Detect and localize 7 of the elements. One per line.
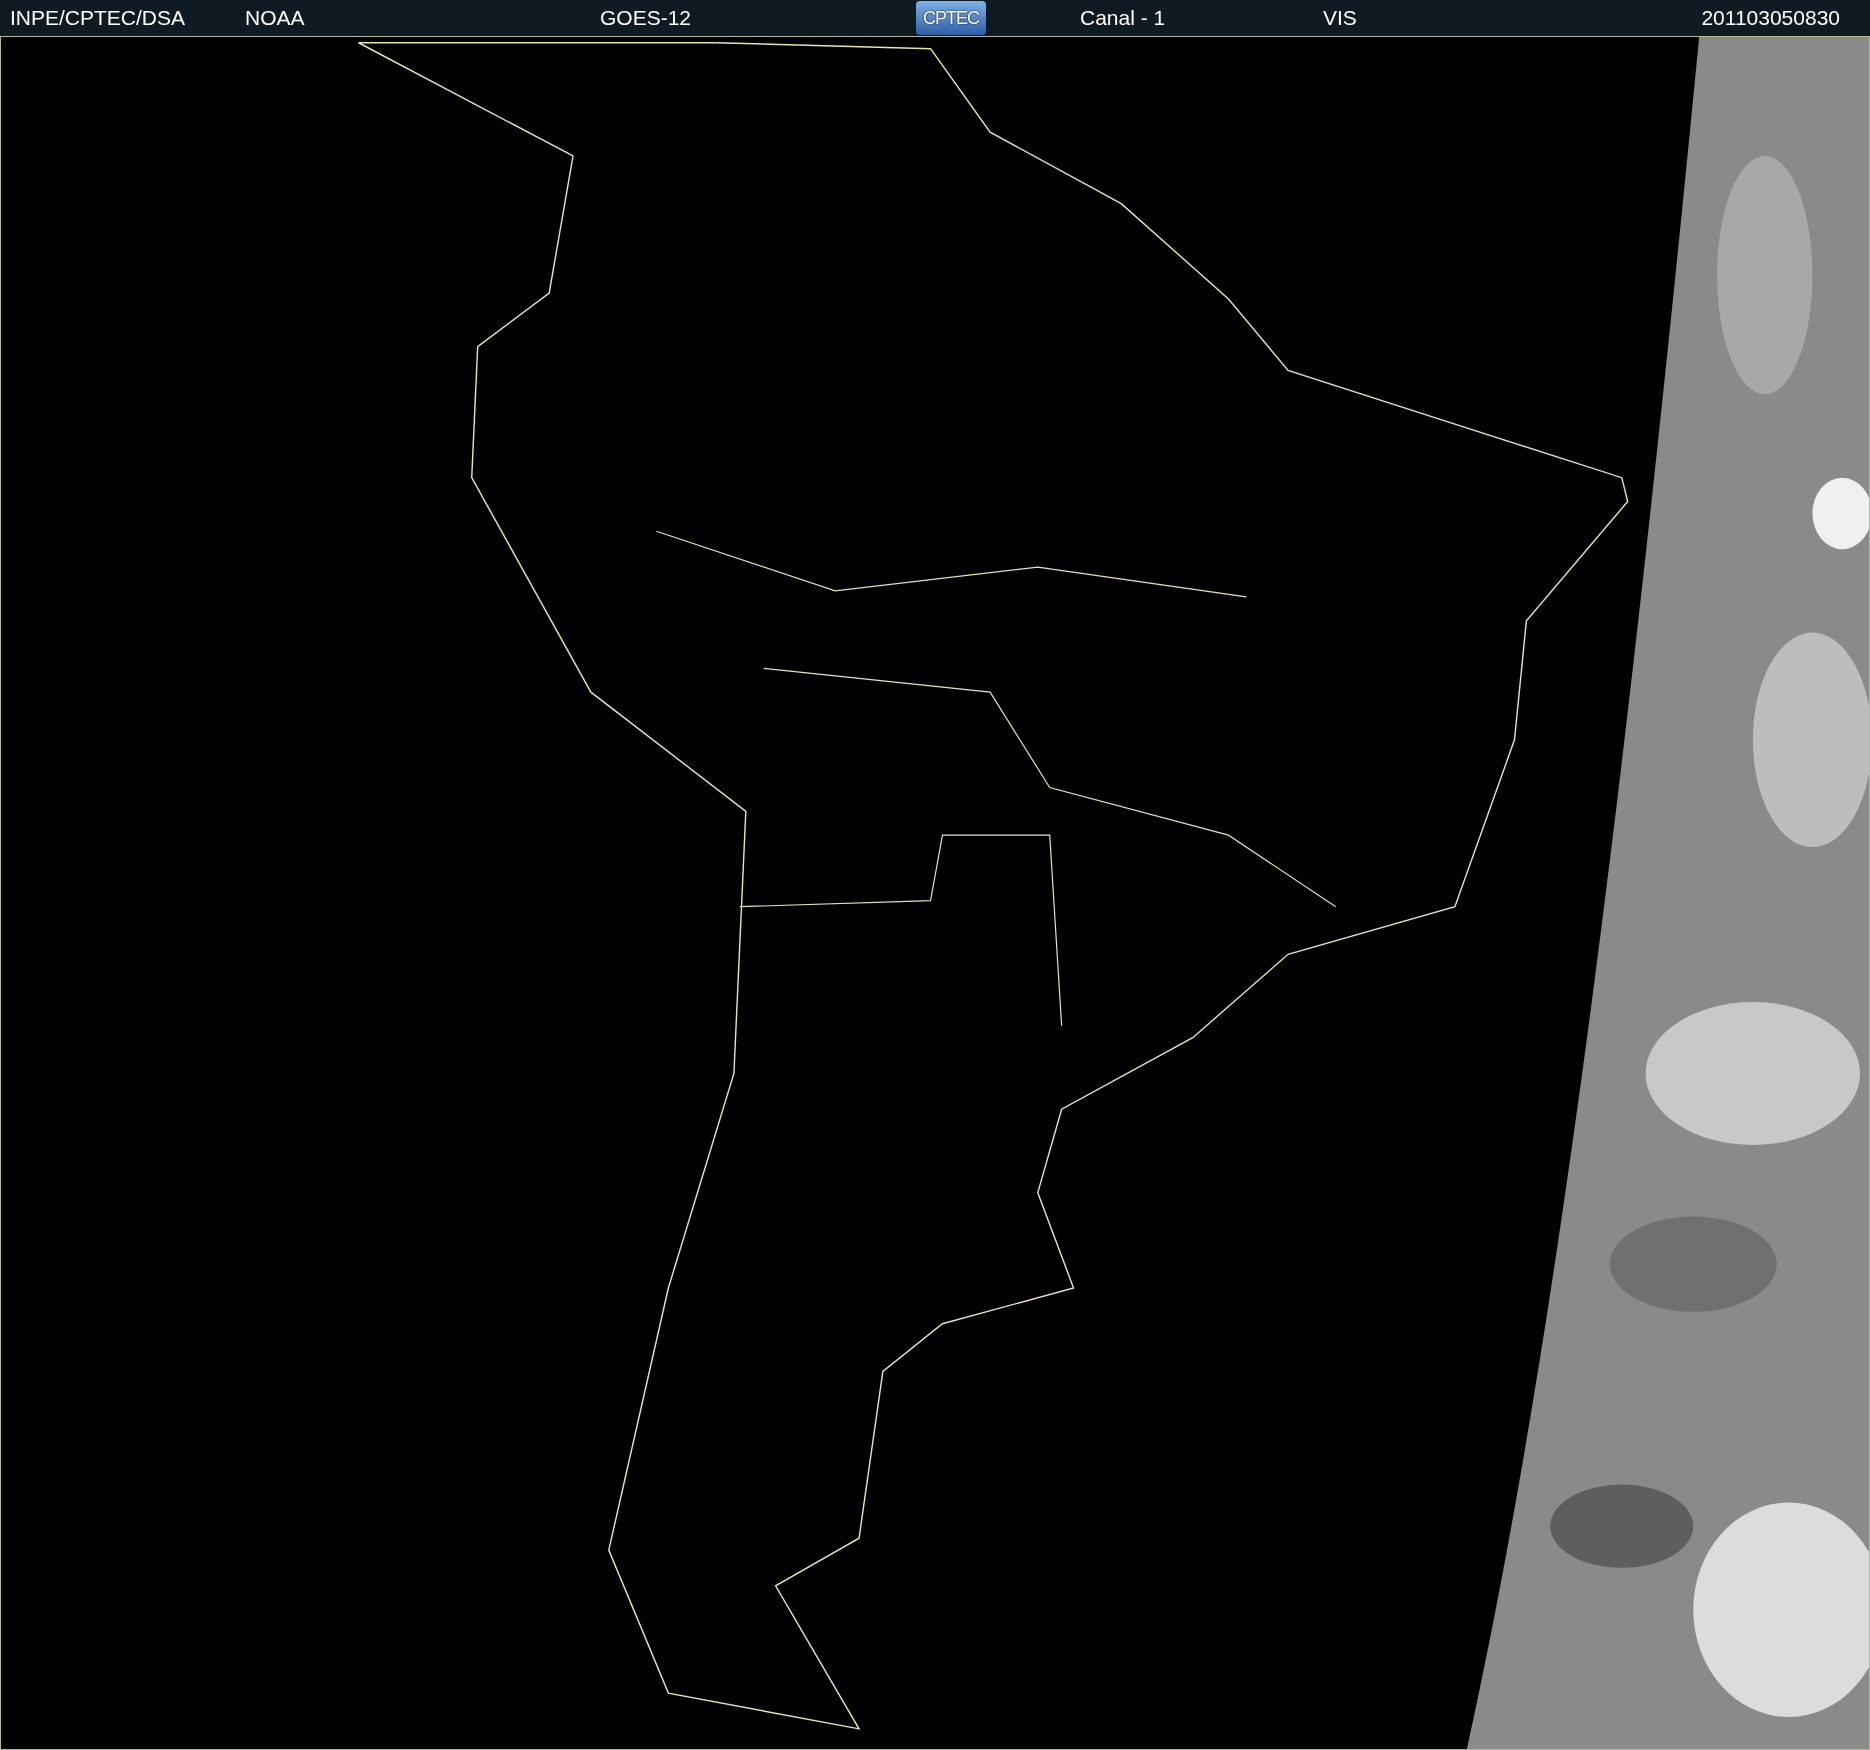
header-label: INPE/CPTEC/DSA <box>10 6 186 30</box>
logo: CPTEC <box>916 1 986 35</box>
header-label: GOES-12 <box>600 6 692 30</box>
header-label: Canal - 1 <box>1080 6 1166 30</box>
header-label: VIS <box>1323 6 1357 30</box>
header-label: 201103050830 <box>1701 6 1840 30</box>
header-label: NOAA <box>245 6 305 30</box>
